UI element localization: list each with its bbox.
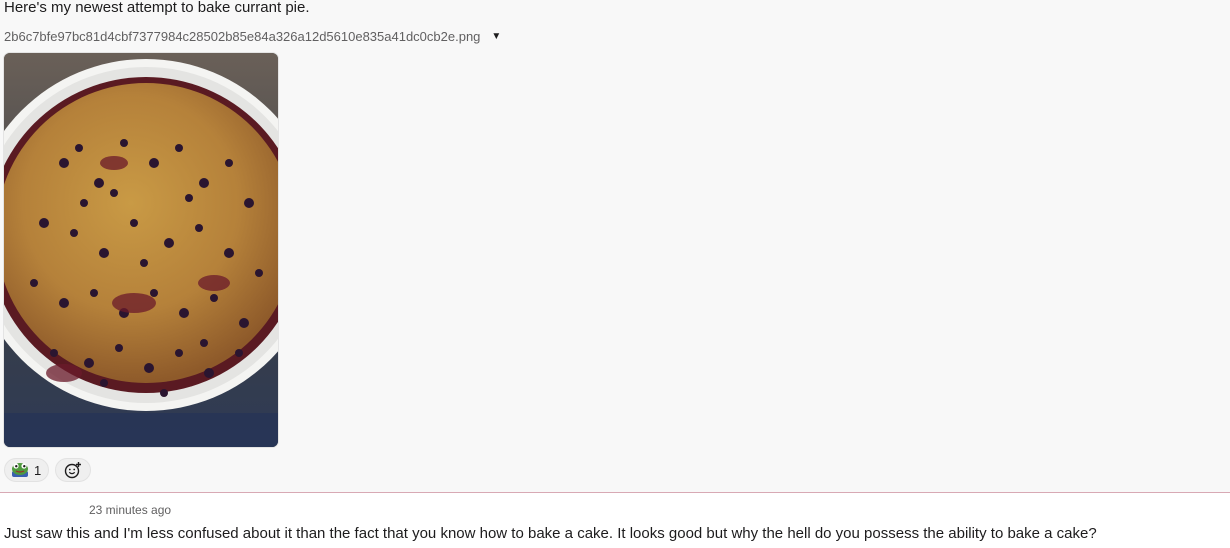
reactions-bar: 1 [4,458,92,482]
currant-pie-photo [4,53,278,447]
message-text: Here's my newest attempt to bake currant… [4,0,310,16]
add-reaction-button[interactable] [55,458,92,482]
reaction-frog[interactable]: 1 [4,458,50,482]
file-attachment-header: 2b6c7bfe97bc81d4cbf7377984c28502b85e84a3… [4,26,501,46]
new-messages-divider [0,492,1230,493]
add-reaction-icon [65,462,82,479]
reply-timestamp[interactable]: 23 minutes ago [89,503,171,517]
message-block: Here's my newest attempt to bake currant… [0,0,1230,492]
file-name[interactable]: 2b6c7bfe97bc81d4cbf7377984c28502b85e84a3… [4,29,480,44]
reaction-count: 1 [34,462,42,478]
frog-emoji-icon [12,463,28,477]
attached-image[interactable] [4,53,278,447]
file-options-caret-icon[interactable]: ▼ [491,31,501,42]
reply-message-text: Just saw this and I'm less confused abou… [4,525,1097,542]
